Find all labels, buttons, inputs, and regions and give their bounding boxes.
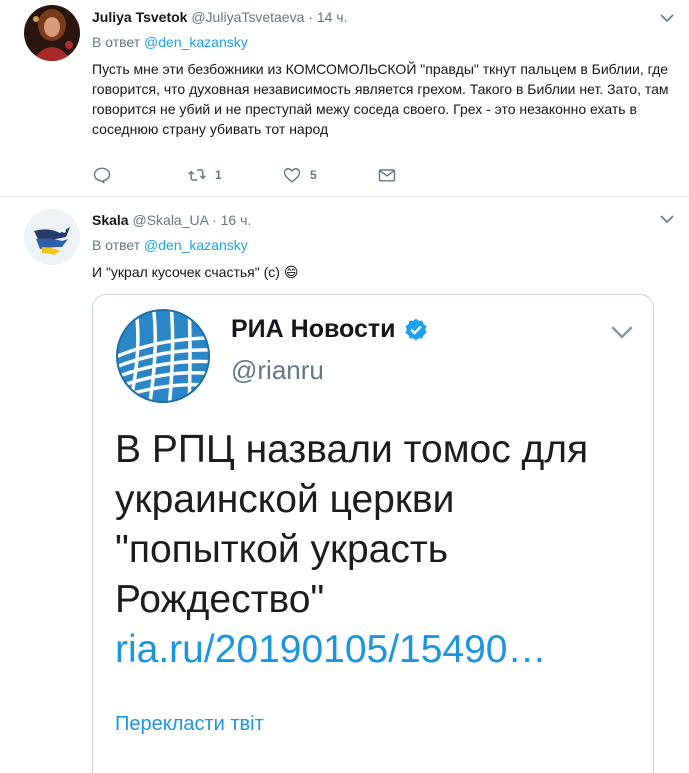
tweet-text: И "украл кусочек счастья" (с) 😄 bbox=[92, 264, 299, 280]
avatar[interactable] bbox=[24, 209, 80, 265]
timestamp[interactable]: 16 ч. bbox=[221, 212, 252, 228]
reply-mention-link[interactable]: @den_kazansky bbox=[144, 237, 248, 253]
retweet-icon bbox=[188, 169, 206, 181]
direct-message-icon bbox=[378, 169, 396, 182]
author-name[interactable]: Juliya Tsvetok bbox=[92, 9, 187, 25]
card-author-handle: @rianru bbox=[231, 355, 324, 385]
tweet-text: Пусть мне эти безбожники из КОМСОМОЛЬСКО… bbox=[92, 61, 669, 137]
reply-context: В ответ @den_kazansky bbox=[92, 33, 248, 51]
reply-icon bbox=[93, 167, 111, 184]
reply-button[interactable] bbox=[92, 165, 187, 185]
chevron-down-icon[interactable] bbox=[659, 10, 675, 26]
avatar[interactable] bbox=[24, 5, 80, 61]
reply-mention-link[interactable]: @den_kazansky bbox=[144, 34, 248, 50]
reply-prefix: В ответ bbox=[92, 34, 141, 50]
card-author-name-text: РИА Новости bbox=[231, 315, 396, 343]
like-icon bbox=[283, 168, 301, 183]
reply-prefix: В ответ bbox=[92, 237, 141, 253]
tweet-header: Skala @Skala_UA · 16 ч. bbox=[92, 211, 251, 229]
author-handle[interactable]: @Skala_UA bbox=[132, 212, 208, 228]
ria-logo-icon bbox=[116, 309, 210, 403]
like-button[interactable]: 5 bbox=[282, 165, 377, 185]
like-count: 5 bbox=[310, 168, 317, 182]
tweet-header: Juliya Tsvetok @JuliyaTsvetaeva · 14 ч. bbox=[92, 8, 348, 26]
chevron-down-icon bbox=[611, 326, 633, 339]
separator-dot: · bbox=[308, 9, 313, 25]
card-headline: В РПЦ назвали томос для украинской церкв… bbox=[115, 425, 635, 675]
tweet-actions: 1 5 bbox=[92, 163, 472, 187]
author-handle[interactable]: @JuliyaTsvetaeva bbox=[191, 9, 304, 25]
reply-context: В ответ @den_kazansky bbox=[92, 236, 248, 254]
card-headline-text: В РПЦ назвали томос для украинской церкв… bbox=[115, 428, 589, 621]
direct-message-button[interactable] bbox=[377, 165, 472, 185]
translate-tweet-link: Перекласти твіт bbox=[115, 713, 264, 735]
tweet-juliya[interactable]: Juliya Tsvetok @JuliyaTsvetaeva · 14 ч. … bbox=[0, 0, 689, 196]
card-author-name: РИА Новости bbox=[231, 315, 429, 344]
embedded-tweet-image[interactable]: РИА Новости @rianru В РПЦ назвали томос … bbox=[92, 294, 654, 773]
retweet-button[interactable]: 1 bbox=[187, 165, 282, 185]
timestamp[interactable]: 14 ч. bbox=[317, 9, 348, 25]
verified-badge-icon bbox=[405, 318, 427, 341]
chevron-down-icon[interactable] bbox=[659, 211, 675, 227]
author-name[interactable]: Skala bbox=[92, 212, 129, 228]
card-link: ria.ru/20190105/15490… bbox=[115, 628, 547, 671]
separator-dot: · bbox=[212, 212, 217, 228]
retweet-count: 1 bbox=[215, 168, 222, 182]
